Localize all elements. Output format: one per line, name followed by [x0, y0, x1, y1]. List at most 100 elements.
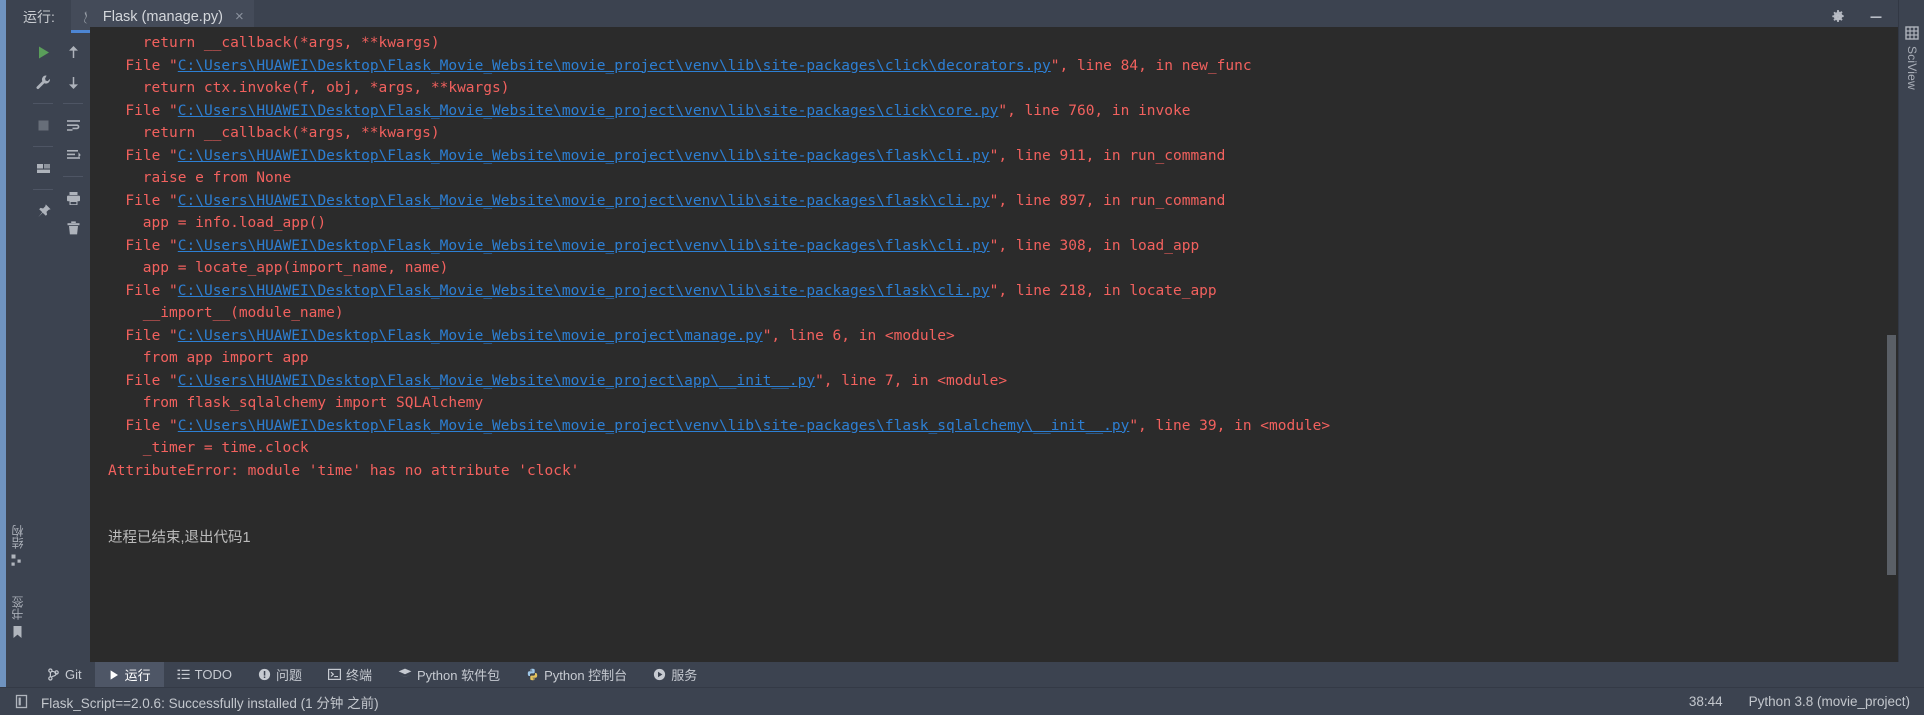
trash-icon: [67, 220, 79, 234]
console-text: File ": [125, 102, 178, 119]
console-text: File ": [125, 372, 178, 389]
console-text: from app import app: [142, 350, 309, 366]
tool-window-sciview[interactable]: SciView: [1899, 26, 1924, 90]
console-lines: return __callback(*args, **kwargs) File "…: [90, 27, 1898, 550]
scroll-to-end-button[interactable]: [60, 142, 86, 168]
console-line: __import__(module_name): [90, 302, 1898, 325]
toolbar-divider: [33, 103, 53, 104]
console-text: File ": [125, 147, 178, 164]
tool-window-structure[interactable]: 结构: [6, 525, 28, 567]
console-line: raise e from None: [90, 167, 1898, 190]
down-stack-trace-button[interactable]: [60, 69, 86, 95]
bottom-tab-problems[interactable]: 问题: [245, 662, 315, 687]
pycharm-window: 运行: Flask (manage.py) × SciView 结构 书签 re…: [0, 0, 1924, 715]
run-actions-column-secondary: [58, 33, 88, 687]
console-file-link[interactable]: C:\Users\HUAWEI\Desktop\Flask_Movie_Webs…: [178, 283, 990, 299]
toolbar-divider-2: [33, 146, 53, 147]
console-text: ", line 760, in invoke: [998, 102, 1191, 119]
console-line: File "C:\Users\HUAWEI\Desktop\Flask_Movi…: [90, 145, 1898, 168]
console-file-link[interactable]: C:\Users\HUAWEI\Desktop\Flask_Movie_Webs…: [178, 373, 815, 389]
console-file-link[interactable]: C:\Users\HUAWEI\Desktop\Flask_Movie_Webs…: [178, 58, 1051, 74]
up-stack-trace-button[interactable]: [60, 39, 86, 65]
bottom-tab-terminal-label: 终端: [345, 668, 372, 683]
print-button[interactable]: [60, 185, 86, 211]
bottom-tab-git[interactable]: Git: [34, 662, 95, 687]
bottom-tab-python-packages-label: Python 软件包: [417, 668, 501, 683]
console-line: File "C:\Users\HUAWEI\Desktop\Flask_Movi…: [90, 235, 1898, 258]
console-line: return __callback(*args, **kwargs): [90, 32, 1898, 55]
console-text: raise e from None: [142, 170, 292, 186]
interpreter-indicator[interactable]: Python 3.8 (movie_project): [1749, 694, 1910, 709]
console-line: from flask_sqlalchemy import SQLAlchemy: [90, 392, 1898, 415]
bottom-tab-run-label: 运行: [124, 668, 151, 683]
bottom-tab-todo[interactable]: TODO: [164, 662, 245, 687]
console-text: app = info.load_app(): [142, 215, 327, 231]
stop-button[interactable]: [30, 112, 56, 138]
console-text: File ": [125, 237, 178, 254]
pin-button[interactable]: [30, 198, 56, 224]
layout-button[interactable]: [30, 155, 56, 181]
left-tool-strip: 结构 书签: [6, 33, 28, 687]
scroll-to-end-icon: [66, 149, 81, 159]
toolbar2-divider: [63, 103, 83, 104]
run-actions-column-primary: [28, 33, 58, 687]
console-line: app = locate_app(import_name, name): [90, 257, 1898, 280]
clear-all-button[interactable]: [60, 215, 86, 241]
console-file-link[interactable]: C:\Users\HUAWEI\Desktop\Flask_Movie_Webs…: [178, 193, 990, 209]
console-text: app = locate_app(import_name, name): [142, 260, 449, 276]
wrench-icon: [35, 75, 50, 89]
console-file-link[interactable]: C:\Users\HUAWEI\Desktop\Flask_Movie_Webs…: [178, 103, 999, 119]
console-text: __import__(module_name): [142, 305, 344, 321]
bottom-tab-git-label: Git: [65, 667, 82, 682]
bottom-tab-python-console[interactable]: Python 控制台: [513, 662, 640, 687]
close-icon[interactable]: ×: [231, 9, 244, 24]
bottom-tab-todo-label: TODO: [194, 667, 232, 682]
terminal-icon: [327, 668, 341, 681]
tool-window-bookmarks[interactable]: 书签: [6, 596, 28, 639]
bottom-tab-terminal[interactable]: 终端: [315, 662, 385, 687]
structure-label: 结构: [10, 525, 25, 549]
console-line: return ctx.invoke(f, obj, *args, **kwarg…: [90, 77, 1898, 100]
pin-icon: [37, 203, 51, 217]
status-message[interactable]: Flask_Script==2.0.6: Successfully instal…: [41, 692, 379, 712]
console-file-link[interactable]: C:\Users\HUAWEI\Desktop\Flask_Movie_Webs…: [178, 328, 763, 344]
console-text: ", line 218, in locate_app: [989, 282, 1217, 299]
bottom-tab-python-console-label: Python 控制台: [544, 668, 628, 683]
console-text: AttributeError: module 'time' has no att…: [108, 462, 580, 479]
console-file-link[interactable]: C:\Users\HUAWEI\Desktop\Flask_Movie_Webs…: [178, 148, 990, 164]
event-log-icon[interactable]: [14, 694, 29, 709]
toolbar-divider-3: [33, 189, 53, 190]
console-text: File ": [125, 57, 178, 74]
bottom-tab-python-packages[interactable]: Python 软件包: [385, 662, 513, 687]
console-file-link[interactable]: C:\Users\HUAWEI\Desktop\Flask_Movie_Webs…: [178, 418, 1130, 434]
console-line: File "C:\Users\HUAWEI\Desktop\Flask_Movi…: [90, 280, 1898, 303]
soft-wrap-button[interactable]: [60, 112, 86, 138]
console-text: File ": [125, 282, 178, 299]
console-line: File "C:\Users\HUAWEI\Desktop\Flask_Movi…: [90, 190, 1898, 213]
console-text: ", line 911, in run_command: [989, 147, 1226, 164]
settings-button[interactable]: [30, 69, 56, 95]
console-text: ", line 7, in <module>: [815, 372, 1008, 389]
arrow-up-icon: [68, 45, 78, 58]
right-tool-strip: SciView: [1898, 0, 1924, 687]
python-icon: [526, 668, 539, 681]
bottom-tab-services[interactable]: 服务: [640, 662, 710, 687]
status-bar: Flask_Script==2.0.6: Successfully instal…: [0, 687, 1924, 715]
console-line: File "C:\Users\HUAWEI\Desktop\Flask_Movi…: [90, 55, 1898, 78]
run-label: 运行:: [23, 8, 55, 25]
console-scrollbar-thumb[interactable]: [1887, 335, 1896, 575]
caret-position[interactable]: 38:44: [1689, 694, 1723, 709]
console-text: from flask_sqlalchemy import SQLAlchemy: [142, 395, 484, 411]
console-text: File ": [125, 327, 178, 344]
rerun-button[interactable]: [30, 39, 56, 65]
minimize-icon: [1870, 15, 1882, 18]
console-file-link[interactable]: C:\Users\HUAWEI\Desktop\Flask_Movie_Webs…: [178, 238, 990, 254]
run-console-output[interactable]: return __callback(*args, **kwargs) File "…: [90, 27, 1898, 687]
bottom-tab-run[interactable]: 运行: [94, 662, 164, 687]
stop-square-icon: [38, 120, 48, 130]
printer-icon: [66, 191, 80, 205]
console-line: 进程已结束,退出代码1: [90, 527, 1898, 550]
console-line: File "C:\Users\HUAWEI\Desktop\Flask_Movi…: [90, 370, 1898, 393]
console-text: File ": [125, 417, 178, 434]
